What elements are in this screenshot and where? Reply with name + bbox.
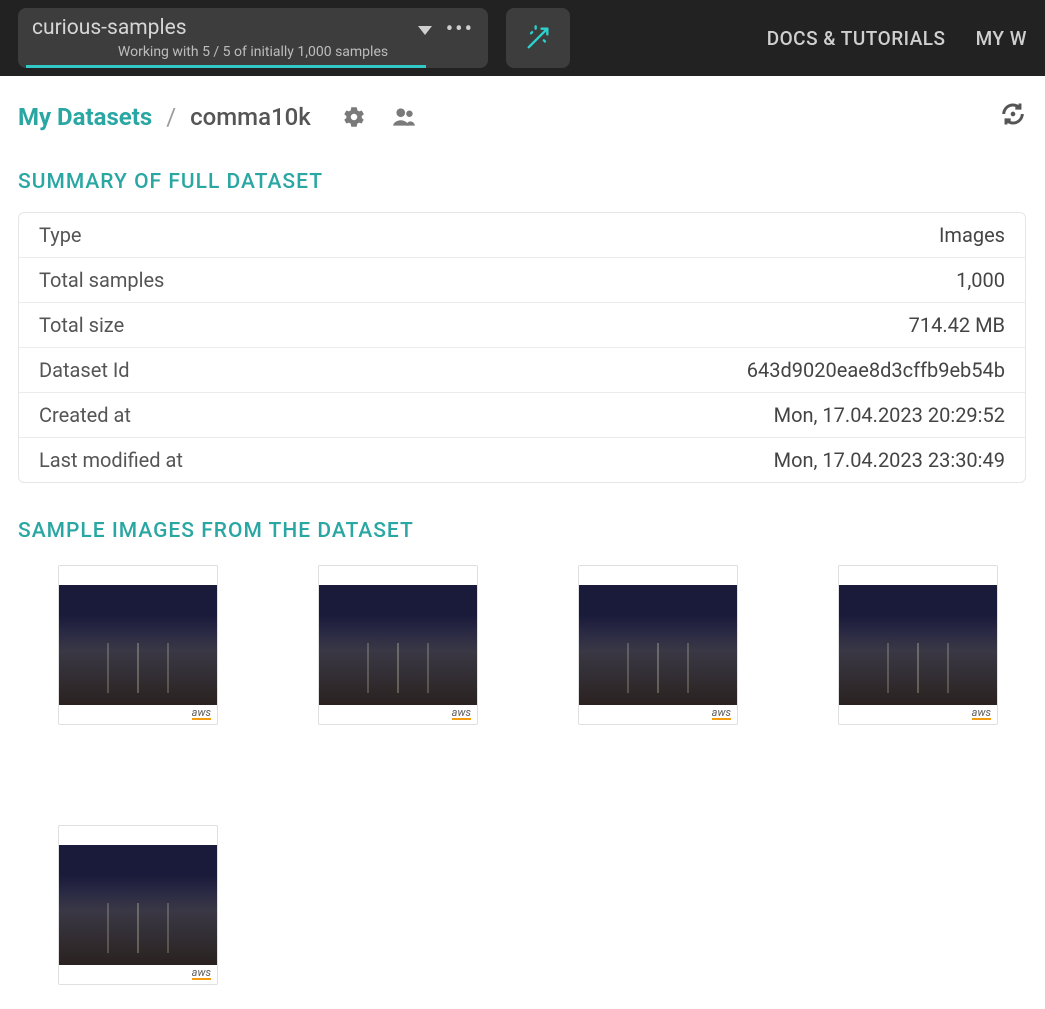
summary-label: Total size <box>39 313 124 337</box>
thumbnail-image <box>59 585 217 705</box>
progress-bar <box>26 65 426 68</box>
summary-value: Mon, 17.04.2023 23:30:49 <box>774 448 1005 472</box>
breadcrumb-root[interactable]: My Datasets <box>18 103 152 131</box>
aws-badge-icon: aws <box>192 967 211 980</box>
thumbnail-image <box>579 585 737 705</box>
gear-icon[interactable] <box>341 104 367 130</box>
top-bar: curious-samples Working with 5 / 5 of in… <box>0 0 1045 76</box>
breadcrumb: My Datasets / comma10k <box>18 100 1027 134</box>
aws-badge-icon: aws <box>192 707 211 720</box>
sample-thumbnail[interactable]: aws <box>318 565 478 725</box>
summary-label: Total samples <box>39 268 164 292</box>
sample-thumbnails: aws aws aws aws aws <box>18 565 1027 985</box>
selector-subtext: Working with 5 / 5 of initially 1,000 sa… <box>32 44 474 60</box>
summary-label: Dataset Id <box>39 358 130 382</box>
summary-row: Type Images <box>19 213 1025 258</box>
sample-thumbnail[interactable]: aws <box>58 825 218 985</box>
summary-row: Total size 714.42 MB <box>19 303 1025 348</box>
summary-value: 643d9020eae8d3cffb9eb54b <box>747 358 1005 382</box>
nav-my[interactable]: MY W <box>976 27 1027 50</box>
sample-thumbnail[interactable]: aws <box>58 565 218 725</box>
summary-row: Last modified at Mon, 17.04.2023 23:30:4… <box>19 438 1025 482</box>
aws-badge-icon: aws <box>972 707 991 720</box>
summary-value: 714.42 MB <box>909 313 1005 337</box>
selector-title: curious-samples <box>32 16 474 40</box>
summary-value: Mon, 17.04.2023 20:29:52 <box>774 403 1005 427</box>
summary-row: Dataset Id 643d9020eae8d3cffb9eb54b <box>19 348 1025 393</box>
summary-table: Type Images Total samples 1,000 Total si… <box>18 212 1026 483</box>
summary-value: Images <box>939 223 1005 247</box>
summary-value: 1,000 <box>956 268 1005 292</box>
summary-row: Created at Mon, 17.04.2023 20:29:52 <box>19 393 1025 438</box>
summary-label: Type <box>39 223 82 247</box>
aws-badge-icon: aws <box>452 707 471 720</box>
people-icon[interactable] <box>389 104 419 130</box>
samples-section-title: SAMPLE IMAGES FROM THE DATASET <box>18 519 1027 543</box>
thumbnail-image <box>839 585 997 705</box>
breadcrumb-name: comma10k <box>190 103 311 131</box>
magic-wand-button[interactable] <box>506 8 570 68</box>
chevron-down-icon[interactable] <box>418 26 432 35</box>
main-content: My Datasets / comma10k SUMMARY OF FULL D… <box>0 76 1045 1009</box>
aws-badge-icon: aws <box>712 707 731 720</box>
dataset-selector[interactable]: curious-samples Working with 5 / 5 of in… <box>18 8 488 68</box>
summary-row: Total samples 1,000 <box>19 258 1025 303</box>
sample-thumbnail[interactable]: aws <box>838 565 998 725</box>
magic-wand-icon <box>524 24 552 52</box>
sample-thumbnail[interactable]: aws <box>578 565 738 725</box>
nav-docs[interactable]: DOCS & TUTORIALS <box>767 27 946 50</box>
refresh-icon[interactable] <box>999 100 1027 128</box>
summary-label: Last modified at <box>39 448 183 472</box>
summary-section-title: SUMMARY OF FULL DATASET <box>18 170 1027 194</box>
summary-label: Created at <box>39 403 131 427</box>
top-nav: DOCS & TUTORIALS MY W <box>767 27 1027 50</box>
breadcrumb-sep: / <box>166 103 176 131</box>
thumbnail-image <box>59 845 217 965</box>
thumbnail-image <box>319 585 477 705</box>
